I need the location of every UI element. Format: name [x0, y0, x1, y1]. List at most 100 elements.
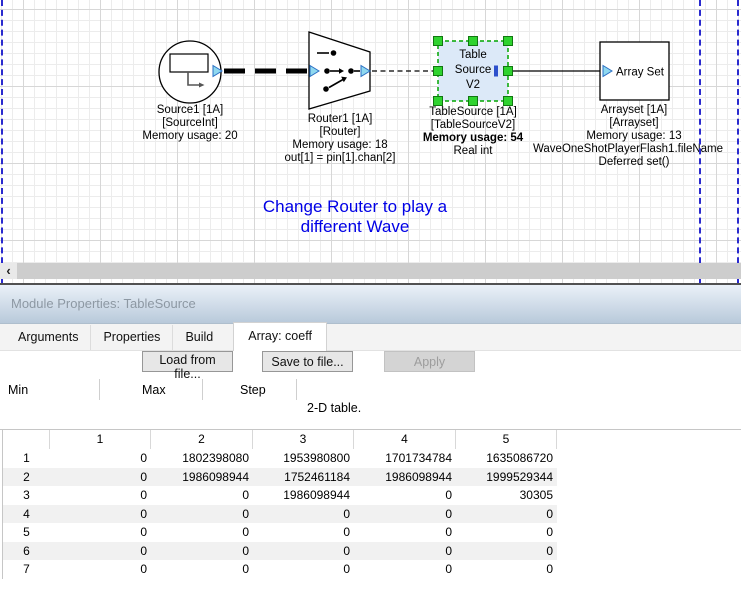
panel-title: Module Properties: TableSource: [11, 296, 196, 311]
min-field-label: Min: [0, 379, 100, 400]
tab-build[interactable]: Build: [173, 325, 225, 350]
grid-cell[interactable]: 30305: [456, 486, 557, 505]
grid-cell[interactable]: 1701734784: [354, 449, 456, 468]
grid-cell[interactable]: 0: [151, 523, 253, 542]
load-from-file-button[interactable]: Load from file...: [142, 351, 233, 372]
grid-cell[interactable]: 1802398080: [151, 449, 253, 468]
grid-cell[interactable]: 0: [151, 505, 253, 524]
min-max-step-row: Min Max Step: [0, 379, 297, 400]
canvas-annotation[interactable]: Change Router to play a different Wave: [200, 197, 510, 237]
grid-cell[interactable]: 0: [456, 560, 557, 579]
apply-button[interactable]: Apply: [384, 351, 475, 372]
row-label[interactable]: 6: [3, 542, 50, 561]
node-arrayset[interactable]: Array Set Arrayset [1A] [Arrayset] Memor…: [533, 42, 723, 168]
grid-cell[interactable]: 0: [50, 542, 151, 561]
grid-cell[interactable]: 1953980800: [253, 449, 354, 468]
grid-cell[interactable]: 0: [354, 486, 456, 505]
tab-properties[interactable]: Properties: [91, 325, 173, 350]
grid-cell[interactable]: 0: [354, 505, 456, 524]
tab-arguments[interactable]: Arguments: [6, 325, 91, 350]
step-field-label: Step: [203, 379, 297, 400]
node-label: WaveOneShotPlayerFlash1.fileName: [533, 143, 723, 155]
grid-cell[interactable]: 0: [253, 542, 354, 561]
grid-cell[interactable]: 0: [253, 523, 354, 542]
grid-cell[interactable]: 1635086720: [456, 449, 557, 468]
grid-cell[interactable]: 0: [253, 560, 354, 579]
grid-column-header[interactable]: 1: [50, 430, 151, 449]
grid-cell[interactable]: 0: [50, 468, 151, 487]
grid-cell[interactable]: 1986098944: [151, 468, 253, 487]
grid-cell[interactable]: 0: [354, 523, 456, 542]
tab-array-coeff[interactable]: Array: coeff: [233, 322, 327, 351]
node-body-text: Table: [459, 49, 487, 61]
grid-cell[interactable]: 0: [354, 560, 456, 579]
node-body-text: V2: [466, 79, 480, 91]
node-label: Memory usage: 13: [586, 130, 681, 142]
grid-column-header[interactable]: 2: [151, 430, 253, 449]
row-label[interactable]: 1: [3, 449, 50, 468]
node-label-memory-bold: Memory usage: 54: [423, 132, 524, 144]
save-to-file-button[interactable]: Save to file...: [262, 351, 353, 372]
grid-cell[interactable]: 0: [50, 505, 151, 524]
row-label[interactable]: 3: [3, 486, 50, 505]
grid-column-header[interactable]: 5: [456, 430, 557, 449]
grid-cell[interactable]: 0: [50, 560, 151, 579]
grid-column-header[interactable]: 3: [253, 430, 354, 449]
node-body-text: Array Set: [616, 67, 665, 79]
table-row: 600000: [3, 542, 557, 561]
annotation-line: different Wave: [200, 217, 510, 237]
grid-cell[interactable]: 0: [456, 505, 557, 524]
node-label: Source1 [1A]: [157, 104, 223, 116]
grid-cell[interactable]: 0: [354, 542, 456, 561]
tab-strip: Arguments Properties Build Array: coeff: [0, 324, 741, 351]
module-properties-panel: Module Properties: TableSource Arguments…: [0, 285, 741, 600]
grid-cell[interactable]: 1986098944: [253, 486, 354, 505]
node-label: out[1] = pin[1].chan[2]: [285, 152, 396, 164]
grid-cell[interactable]: 0: [50, 523, 151, 542]
row-label[interactable]: 5: [3, 523, 50, 542]
node-label: [Arrayset]: [609, 117, 658, 129]
grid-header-row: 12345: [3, 430, 557, 449]
grid-cell[interactable]: 0: [50, 486, 151, 505]
scroll-left-arrow-icon[interactable]: ‹: [0, 263, 17, 279]
grid-column-header[interactable]: 4: [354, 430, 456, 449]
page-break-line: [1, 0, 3, 283]
grid-cell[interactable]: 0: [151, 542, 253, 561]
diagram-canvas[interactable]: Source1 [1A] [SourceInt] Memory usage: 2…: [0, 0, 741, 283]
node-tablesource-selected[interactable]: Table Source V2 TableSource [1A] [TableS…: [423, 37, 524, 158]
node-router[interactable]: Router1 [1A] [Router] Memory usage: 18 o…: [285, 32, 396, 164]
grid-cell[interactable]: 0: [253, 505, 354, 524]
horizontal-scrollbar[interactable]: ‹: [0, 263, 741, 279]
panel-titlebar: Module Properties: TableSource: [0, 285, 741, 324]
node-label: [Router]: [320, 126, 361, 138]
node-label: Router1 [1A]: [308, 113, 373, 125]
coeff-data-grid: 12345 1018023980801953980800170173478416…: [2, 430, 557, 579]
table-row: 1018023980801953980800170173478416350867…: [3, 449, 557, 468]
node-label: Memory usage: 20: [142, 130, 237, 142]
node-label: Deferred set(): [599, 156, 670, 168]
node-label: Arrayset [1A]: [601, 104, 667, 116]
scrollbar-thumb[interactable]: [17, 263, 741, 279]
node-body-text: Source: [455, 64, 491, 76]
table-row: 400000: [3, 505, 557, 524]
grid-cell[interactable]: 1999529344: [456, 468, 557, 487]
node-label: TableSource [1A]: [429, 106, 517, 118]
output-pin-icon[interactable]: [494, 66, 498, 77]
grid-cell[interactable]: 0: [456, 542, 557, 561]
table-row: 500000: [3, 523, 557, 542]
table-row: 700000: [3, 560, 557, 579]
grid-cell[interactable]: 0: [151, 560, 253, 579]
grid-cell[interactable]: 0: [456, 523, 557, 542]
page-break-line: [737, 0, 739, 283]
grid-cell[interactable]: 0: [50, 449, 151, 468]
node-label: [TableSourceV2]: [431, 119, 515, 131]
row-label[interactable]: 4: [3, 505, 50, 524]
row-label[interactable]: 2: [3, 468, 50, 487]
grid-cell[interactable]: 0: [151, 486, 253, 505]
node-source[interactable]: Source1 [1A] [SourceInt] Memory usage: 2…: [142, 41, 237, 142]
max-field-label: Max: [100, 379, 203, 400]
row-label[interactable]: 7: [3, 560, 50, 579]
node-label: Memory usage: 18: [292, 139, 387, 151]
grid-cell[interactable]: 1752461184: [253, 468, 354, 487]
grid-cell[interactable]: 1986098944: [354, 468, 456, 487]
